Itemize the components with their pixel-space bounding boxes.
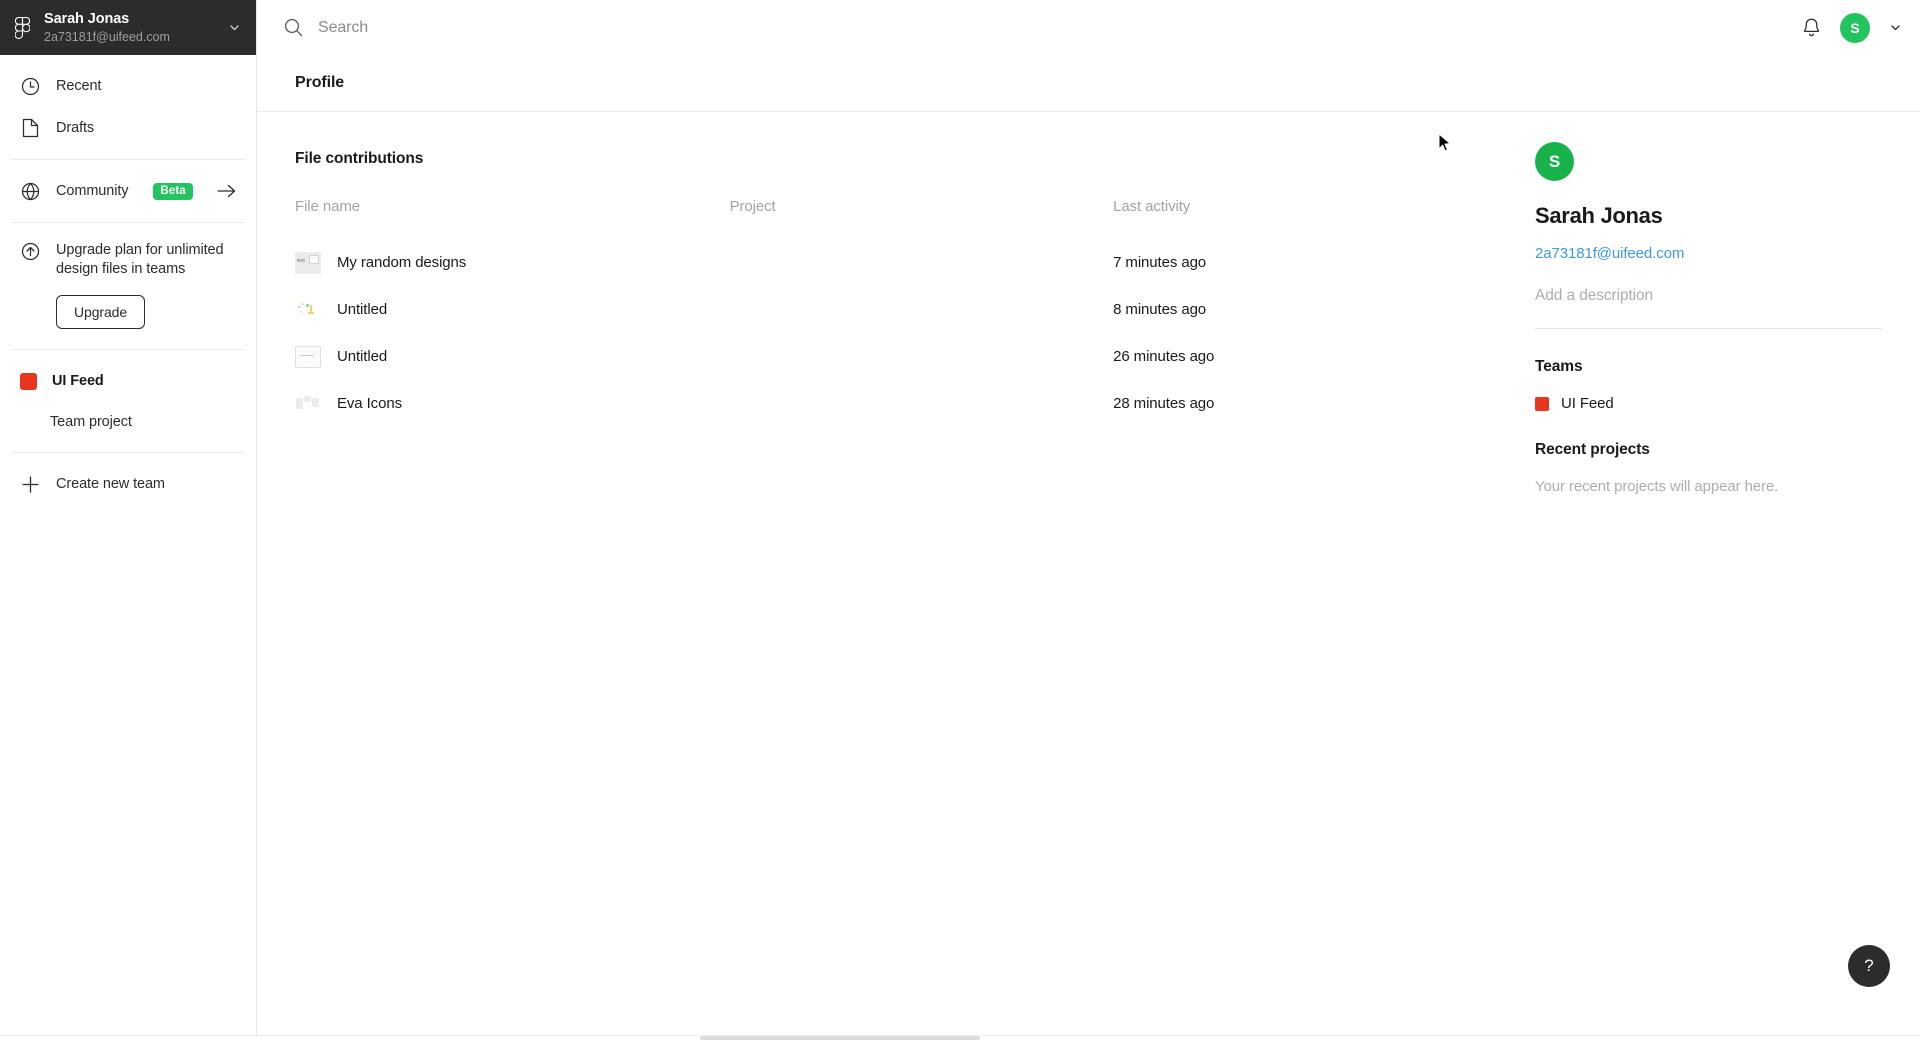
sidebar-item-create-new-team[interactable]: Create new team: [0, 463, 256, 505]
file-last-activity: 7 minutes ago: [1113, 254, 1207, 271]
sidebar-body: Recent Drafts Community Beta Upgrade pla…: [0, 55, 256, 515]
sidebar-teams-section: UI Feed Team project: [0, 350, 256, 452]
sidebar-nav-section: Recent Drafts: [0, 55, 256, 159]
chevron-down-icon[interactable]: [226, 20, 242, 36]
content-area: File contributions File name Project Las…: [257, 112, 1920, 1042]
file-thumbnail-icon: [295, 298, 321, 321]
sidebar-community-section: Community Beta: [0, 160, 256, 222]
sidebar-team-project[interactable]: Team project: [0, 402, 256, 442]
table-header-row: File name Project Last activity: [295, 198, 1535, 239]
top-bar: S: [257, 0, 1920, 55]
globe-icon: [20, 181, 41, 202]
profile-team-name: UI Feed: [1561, 395, 1614, 412]
file-name: My random designs: [337, 254, 467, 271]
file-contributions-table: File name Project Last activity text My …: [295, 198, 1535, 427]
file-project: [730, 333, 1114, 380]
column-header-file-name: File name: [295, 198, 360, 215]
search-icon: [283, 18, 303, 38]
main-region: S Profile File contributions File name: [257, 0, 1920, 1042]
file-contributions-section: File contributions File name Project Las…: [257, 112, 1535, 1042]
sidebar-item-label: Community: [56, 183, 129, 199]
search-input[interactable]: [318, 18, 718, 37]
file-project: [730, 286, 1114, 333]
page-header: Profile: [257, 55, 1920, 112]
help-button[interactable]: ?: [1848, 945, 1890, 987]
avatar[interactable]: S: [1840, 12, 1870, 43]
file-thumbnail-icon: [295, 392, 321, 415]
recent-projects-empty-text: Your recent projects will appear here.: [1535, 478, 1779, 495]
file-last-activity: 26 minutes ago: [1113, 348, 1215, 365]
profile-email-link[interactable]: 2a73181f@uifeed.com: [1535, 245, 1684, 262]
sidebar: Sarah Jonas 2a73181f@uifeed.com Recent D…: [0, 0, 257, 1042]
file-last-activity: 28 minutes ago: [1113, 395, 1215, 412]
team-color-swatch: [20, 372, 37, 390]
column-header-project: Project: [729, 198, 776, 215]
bottom-scrollbar[interactable]: [0, 1035, 1920, 1042]
table-row[interactable]: Untitled 8 minutes ago: [295, 286, 1535, 333]
profile-description-field[interactable]: Add a description: [1535, 287, 1882, 329]
file-name: Untitled: [337, 348, 388, 365]
sidebar-user-block: Sarah Jonas 2a73181f@uifeed.com: [44, 11, 214, 45]
table-row[interactable]: text My random designs 7 minutes ago: [295, 239, 1535, 286]
table-row[interactable]: Eva Icons 28 minutes ago: [295, 380, 1535, 427]
upgrade-plan-block: Upgrade plan for unlimited design files …: [0, 223, 256, 349]
sidebar-item-drafts[interactable]: Drafts: [0, 107, 256, 149]
file-name: Eva Icons: [337, 395, 402, 412]
file-project: [730, 239, 1114, 286]
file-project: [730, 380, 1114, 427]
table-row[interactable]: Untitled 26 minutes ago: [295, 333, 1535, 380]
figma-logo-icon: [12, 16, 32, 40]
team-color-swatch: [1535, 396, 1549, 411]
clock-icon: [20, 76, 41, 97]
sidebar-team-name: UI Feed: [52, 373, 104, 389]
arrow-right-icon[interactable]: [216, 181, 236, 201]
column-header-last-activity: Last activity: [1113, 198, 1191, 215]
file-thumbnail-icon: text: [295, 251, 321, 274]
bell-icon[interactable]: [1800, 17, 1822, 39]
search-bar[interactable]: [283, 18, 1800, 38]
recent-projects-heading: Recent projects: [1535, 441, 1650, 458]
app-root: Sarah Jonas 2a73181f@uifeed.com Recent D…: [0, 0, 1920, 1042]
sidebar-account-header[interactable]: Sarah Jonas 2a73181f@uifeed.com: [0, 0, 256, 55]
file-thumbnail-icon: [295, 345, 321, 368]
upgrade-plan-text: Upgrade plan for unlimited design files …: [56, 242, 224, 277]
community-beta-badge: Beta: [153, 182, 193, 200]
sidebar-team-ui-feed[interactable]: UI Feed: [0, 360, 256, 402]
file-last-activity: 8 minutes ago: [1113, 301, 1207, 318]
profile-team-item[interactable]: UI Feed: [1535, 395, 1882, 412]
teams-heading: Teams: [1535, 358, 1583, 375]
arrow-up-circle-icon: [20, 241, 41, 262]
sidebar-item-label: Drafts: [56, 120, 95, 136]
top-bar-actions: S: [1800, 12, 1902, 43]
section-title: File contributions: [295, 150, 424, 167]
upgrade-button[interactable]: Upgrade: [56, 295, 146, 329]
sidebar-create-team-section: Create new team: [0, 453, 256, 515]
file-name: Untitled: [337, 301, 388, 318]
profile-name: Sarah Jonas: [1535, 203, 1663, 228]
sidebar-item-label: Recent: [56, 78, 102, 94]
file-icon: [20, 118, 41, 139]
sidebar-user-name: Sarah Jonas: [44, 10, 130, 27]
profile-panel: S Sarah Jonas 2a73181f@uifeed.com Add a …: [1535, 112, 1920, 1042]
profile-avatar: S: [1535, 142, 1574, 181]
sidebar-user-email: 2a73181f@uifeed.com: [44, 29, 170, 44]
chevron-down-icon[interactable]: [1888, 21, 1902, 35]
sidebar-item-community[interactable]: Community Beta: [0, 170, 256, 212]
sidebar-item-label: Create new team: [56, 476, 165, 492]
plus-icon: [20, 474, 41, 495]
sidebar-item-recent[interactable]: Recent: [0, 65, 256, 107]
page-title: Profile: [295, 74, 345, 91]
